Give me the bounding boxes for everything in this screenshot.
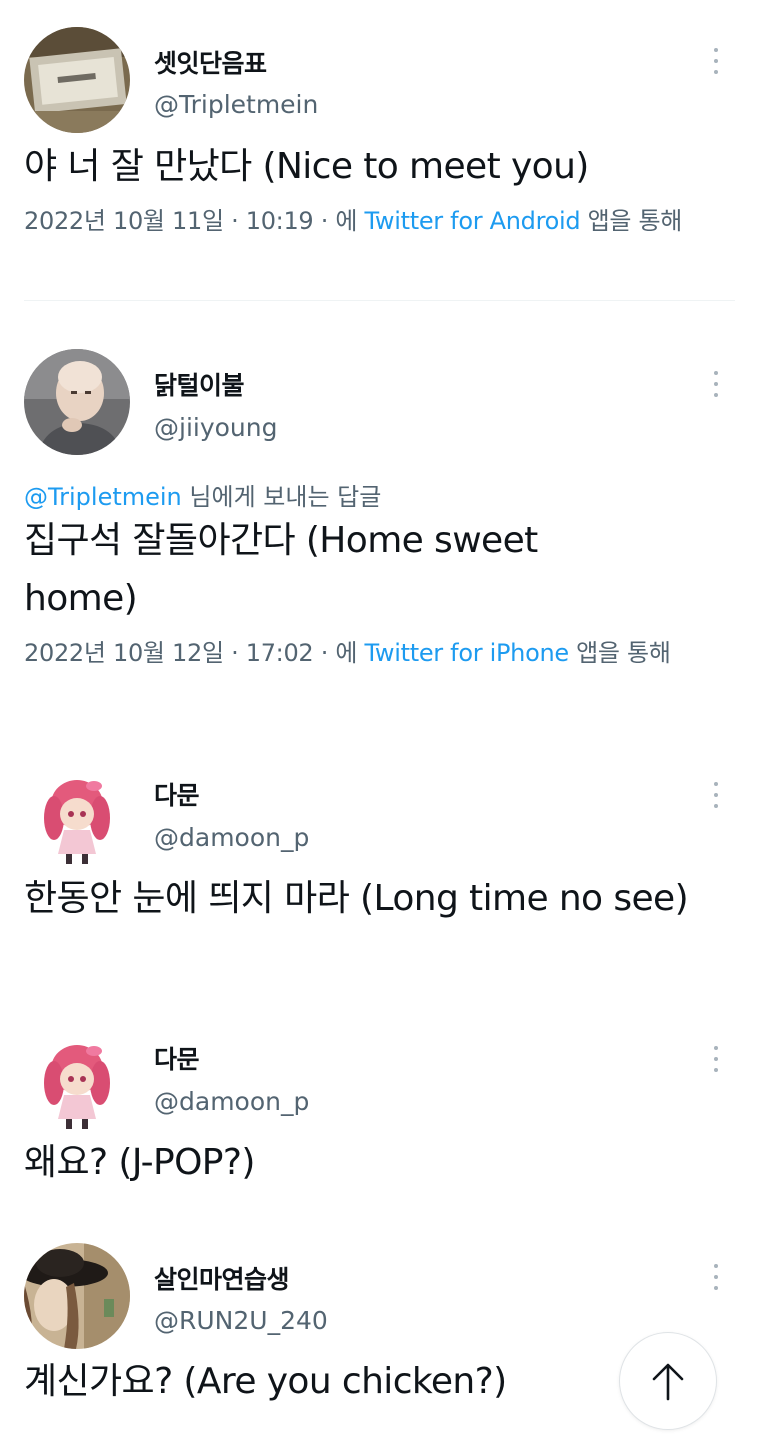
- tweet-meta: 2022년 10월 12일 · 17:02 · 에 Twitter for iP…: [24, 634, 724, 672]
- tweet-text: 계신가요? (Are you chicken?): [24, 1361, 507, 1402]
- tweet-text: 집구석 잘돌아간다 (Home sweet home): [24, 520, 538, 619]
- divider: [24, 300, 735, 301]
- scroll-to-top-button[interactable]: [620, 1333, 716, 1429]
- tweet-date: 2022년 10월 12일 · 17:02 · 에: [24, 639, 365, 667]
- tweet-source-suffix: 앱을 통해: [568, 639, 671, 667]
- photo-avatar-icon: [24, 27, 130, 133]
- bald-man-avatar-icon: [24, 349, 130, 455]
- tweet-4[interactable]: 다문 @damoon_p 왜요? (J-POP?): [0, 1025, 757, 1225]
- avatar[interactable]: [24, 349, 130, 455]
- tweet-1[interactable]: 셋잇단음표 @Tripletmein 야 너 잘 만났다 (Nice to me…: [0, 0, 757, 301]
- hat-avatar-icon: [24, 1243, 130, 1349]
- avatar[interactable]: [24, 1033, 130, 1139]
- user-handle[interactable]: @Tripletmein: [154, 90, 318, 119]
- tweet-source-link[interactable]: Twitter for iPhone: [365, 639, 570, 667]
- display-name[interactable]: 다문: [154, 1040, 200, 1076]
- more-options-icon[interactable]: [706, 367, 726, 401]
- user-handle[interactable]: @jiiyoung: [154, 413, 278, 442]
- tweet-text: 야 너 잘 만났다 (Nice to meet you): [24, 146, 589, 187]
- reply-to-line: @Tripletmein 님에게 보내는 답글: [24, 477, 381, 512]
- more-options-icon[interactable]: [706, 44, 726, 78]
- tweet-meta: 2022년 10월 11일 · 10:19 · 에 Twitter for An…: [24, 202, 724, 240]
- tweet-date: 2022년 10월 11일 · 10:19 · 에: [24, 207, 365, 235]
- tweet-3[interactable]: 다문 @damoon_p 한동안 눈에 띄지 마라 (Long time no …: [0, 760, 757, 990]
- tweet-text: 한동안 눈에 띄지 마라 (Long time no see): [24, 878, 689, 919]
- avatar[interactable]: [24, 768, 130, 874]
- anime-girl-avatar-icon: [24, 768, 130, 874]
- tweet-text: 왜요? (J-POP?): [24, 1142, 255, 1183]
- more-options-icon[interactable]: [706, 1260, 726, 1294]
- user-handle[interactable]: @RUN2U_240: [154, 1306, 328, 1335]
- arrow-up-icon: [652, 1363, 684, 1401]
- more-options-icon[interactable]: [706, 778, 726, 812]
- reply-to-text: 님에게 보내는 답글: [181, 483, 382, 511]
- avatar[interactable]: [24, 1243, 130, 1349]
- avatar[interactable]: [24, 27, 130, 133]
- tweet-source-suffix: 앱을 통해: [580, 207, 683, 235]
- display-name[interactable]: 다문: [154, 776, 200, 812]
- reply-to-handle[interactable]: @Tripletmein: [24, 483, 182, 511]
- user-handle[interactable]: @damoon_p: [154, 1087, 309, 1116]
- display-name[interactable]: 살인마연습생: [154, 1260, 290, 1296]
- tweet-source-link[interactable]: Twitter for Android: [365, 207, 581, 235]
- display-name[interactable]: 닭털이불: [154, 366, 245, 402]
- user-handle[interactable]: @damoon_p: [154, 823, 309, 852]
- anime-girl-avatar-icon: [24, 1033, 130, 1139]
- tweet-2[interactable]: 닭털이불 @jiiyoung @Tripletmein 님에게 보내는 답글 집…: [0, 330, 757, 730]
- display-name[interactable]: 셋잇단음표: [154, 44, 267, 80]
- more-options-icon[interactable]: [706, 1042, 726, 1076]
